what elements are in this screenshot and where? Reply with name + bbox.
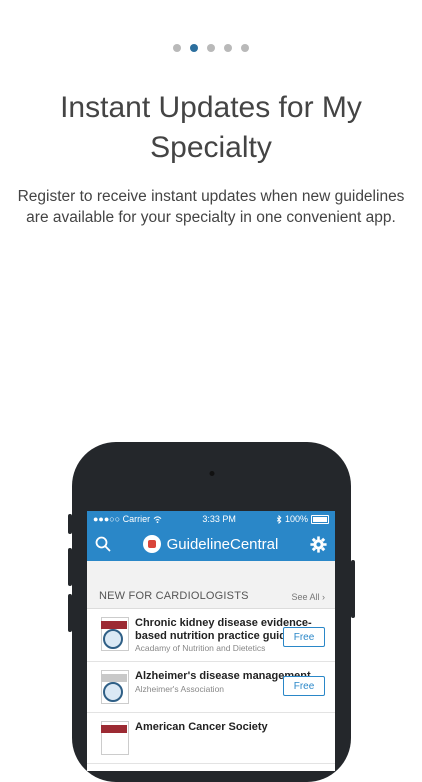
phone-speaker (209, 471, 214, 476)
settings-gear-icon[interactable] (310, 535, 327, 553)
bluetooth-icon (276, 514, 282, 524)
page-dot[interactable] (173, 44, 181, 52)
wifi-icon (153, 515, 162, 523)
see-all-link[interactable]: See All › (291, 592, 325, 602)
page-dot[interactable] (207, 44, 215, 52)
guideline-thumbnail (99, 670, 129, 704)
status-time: 3:33 PM (202, 514, 236, 524)
app-brand: GuidelineCentral (142, 535, 279, 553)
chevron-right-icon: › (322, 592, 325, 602)
page-dot-active[interactable] (190, 44, 198, 52)
app-logo-icon (142, 535, 161, 553)
app-title: GuidelineCentral (166, 535, 279, 553)
guideline-thumbnail (99, 617, 129, 651)
section-title: NEW FOR CARDIOLOGISTS (99, 590, 249, 602)
page-dot[interactable] (224, 44, 232, 52)
page-dot[interactable] (241, 44, 249, 52)
free-button[interactable]: Free (283, 627, 325, 647)
carrier-label: ●●●○○ Carrier (93, 514, 151, 524)
section-header: NEW FOR CARDIOLOGISTS See All › (87, 561, 335, 609)
phone-power-button (351, 560, 355, 618)
battery-percent: 100% (284, 514, 308, 524)
phone-screen: ●●●○○ Carrier 3:33 PM 100% GuidelineCent… (87, 511, 335, 771)
page-headline: Instant Updates for My Specialty (60, 91, 362, 164)
free-button[interactable]: Free (283, 676, 325, 696)
list-item[interactable]: Chronic kidney disease evidence-based nu… (87, 609, 335, 662)
page-indicator[interactable] (0, 44, 422, 52)
search-icon[interactable] (95, 536, 111, 552)
page-description: Register to receive instant updates when… (17, 188, 405, 226)
app-navbar: GuidelineCentral (87, 527, 335, 561)
see-all-label: See All (291, 592, 320, 602)
item-title: American Cancer Society (135, 721, 268, 733)
status-bar: ●●●○○ Carrier 3:33 PM 100% (87, 511, 335, 527)
list-item[interactable]: Alzheimer's disease management Alzheimer… (87, 662, 335, 713)
battery-icon (311, 514, 329, 524)
list-item[interactable]: American Cancer Society (87, 713, 335, 764)
